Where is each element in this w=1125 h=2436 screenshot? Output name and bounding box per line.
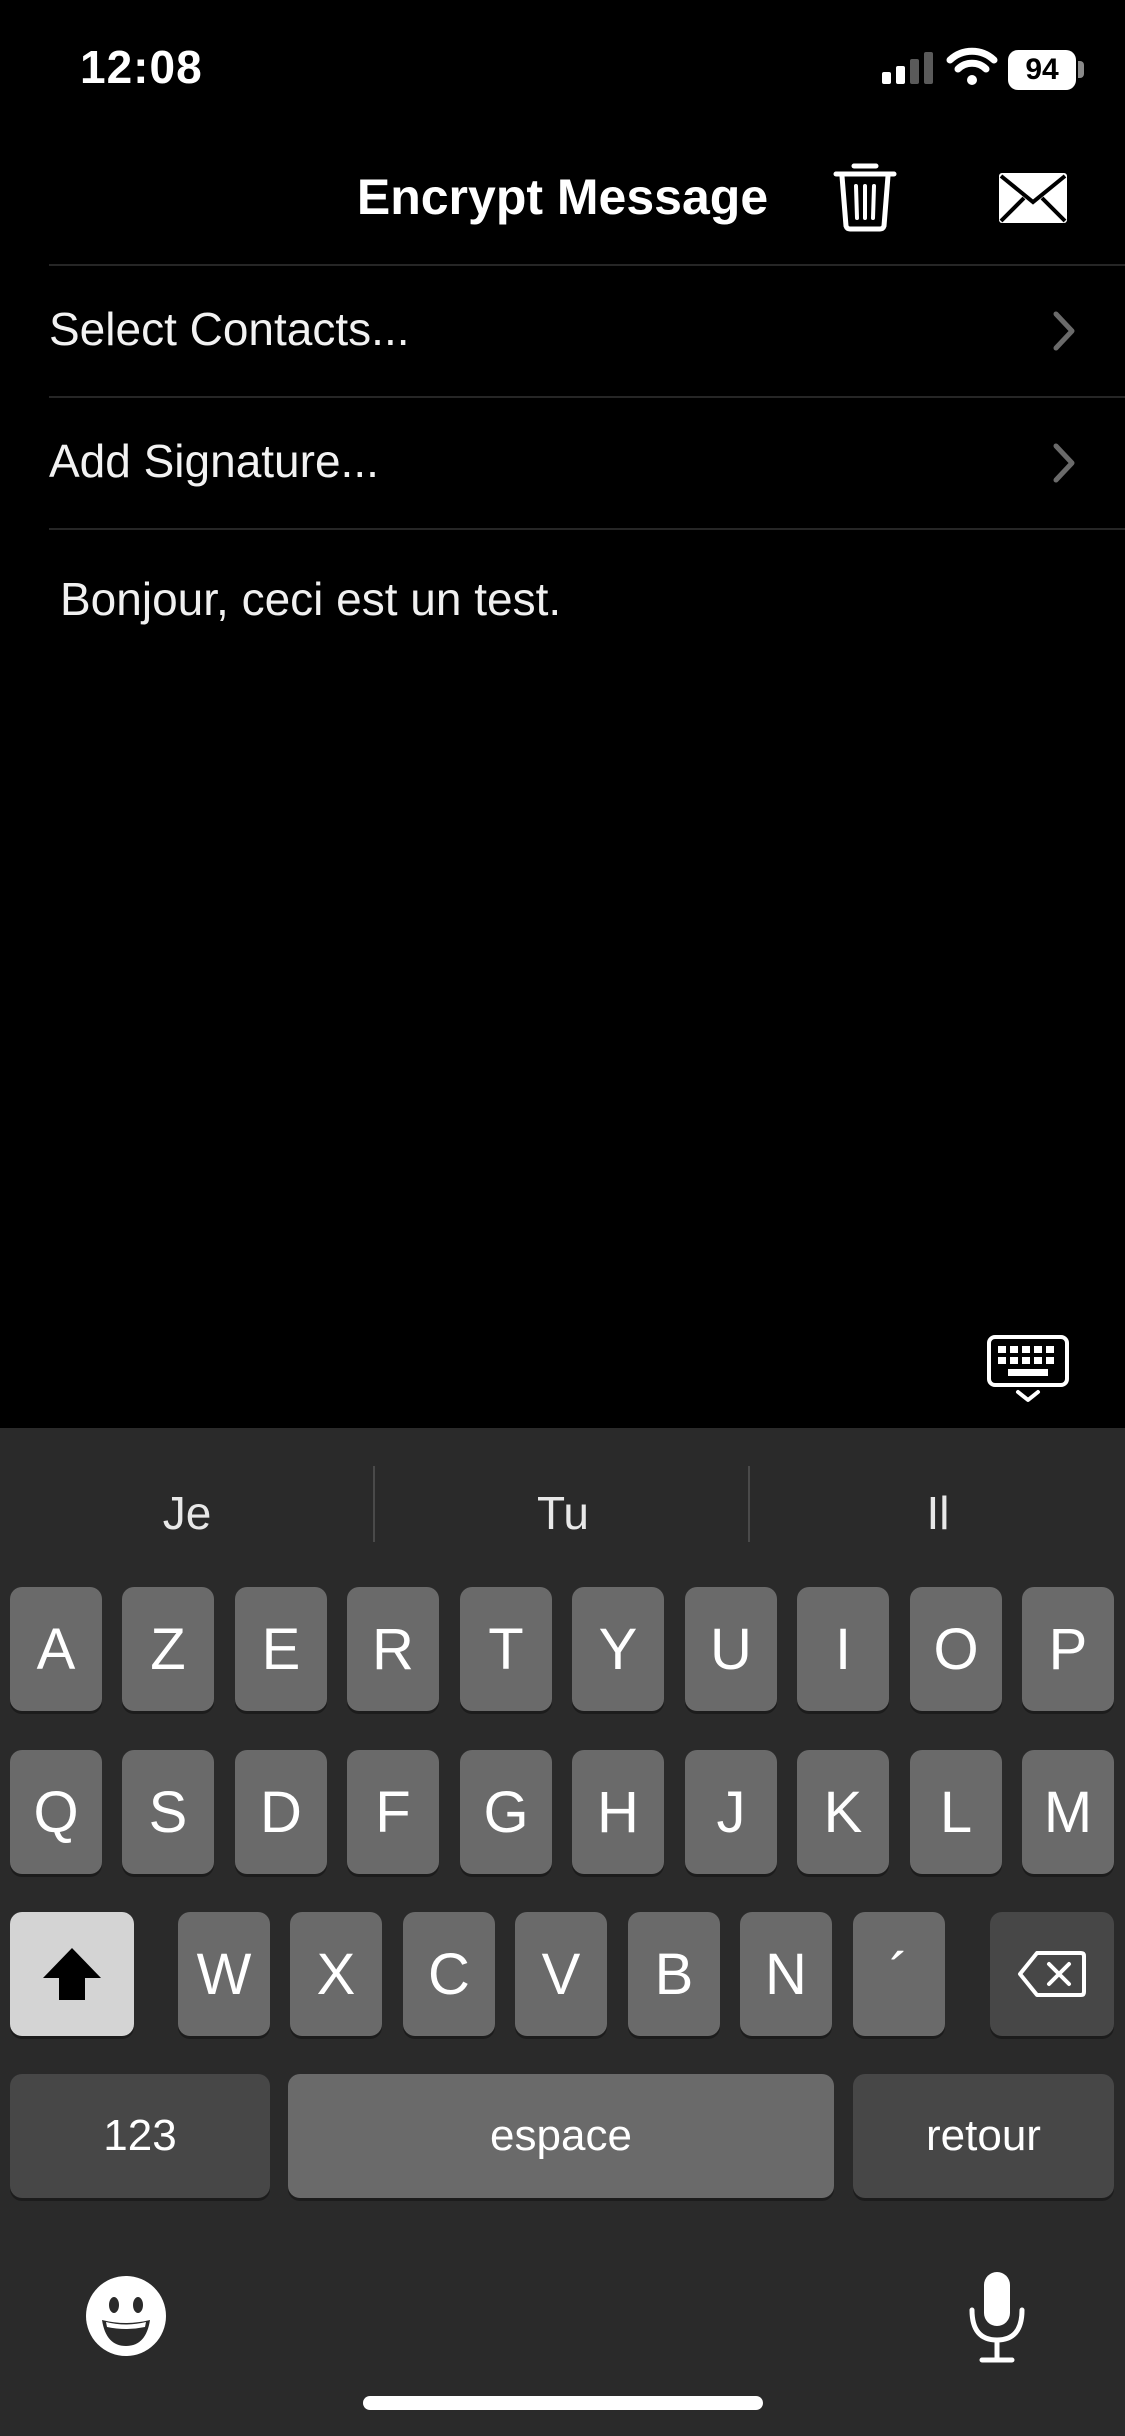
key-r[interactable]: R bbox=[347, 1587, 439, 1711]
suggestion-separator bbox=[373, 1466, 375, 1542]
key-k[interactable]: K bbox=[797, 1750, 889, 1874]
envelope-icon[interactable] bbox=[996, 170, 1070, 226]
add-signature-row[interactable]: Add Signature... bbox=[0, 398, 1125, 528]
select-contacts-row[interactable]: Select Contacts... bbox=[0, 266, 1125, 396]
backspace-key[interactable] bbox=[990, 1912, 1114, 2036]
key-w[interactable]: W bbox=[178, 1912, 270, 2036]
key-g[interactable]: G bbox=[460, 1750, 552, 1874]
key-l[interactable]: L bbox=[910, 1750, 1002, 1874]
key-t[interactable]: T bbox=[460, 1587, 552, 1711]
key-m[interactable]: M bbox=[1022, 1750, 1114, 1874]
suggestion-separator bbox=[748, 1466, 750, 1542]
backspace-icon bbox=[1018, 1951, 1086, 1997]
return-key[interactable]: retour bbox=[853, 2074, 1114, 2198]
chevron-right-icon bbox=[1053, 443, 1075, 483]
key-v[interactable]: V bbox=[515, 1912, 607, 2036]
key-j[interactable]: J bbox=[685, 1750, 777, 1874]
numbers-key[interactable]: 123 bbox=[10, 2074, 270, 2198]
key-b[interactable]: B bbox=[628, 1912, 720, 2036]
battery-cap bbox=[1078, 61, 1084, 78]
key-z[interactable]: Z bbox=[122, 1587, 214, 1711]
shift-arrow-icon bbox=[43, 1948, 101, 2000]
key-d[interactable]: D bbox=[235, 1750, 327, 1874]
trash-icon[interactable] bbox=[830, 158, 900, 232]
space-key[interactable]: espace bbox=[288, 2074, 834, 2198]
chevron-right-icon bbox=[1053, 311, 1075, 351]
suggestion-3[interactable]: Il bbox=[751, 1486, 1125, 1540]
keyboard: Je Tu Il A Z E R T Y U I O P Q S D F G H… bbox=[0, 1428, 1125, 2436]
keyboard-dismiss-icon[interactable] bbox=[986, 1334, 1070, 1406]
add-signature-label: Add Signature... bbox=[49, 435, 379, 487]
key-i[interactable]: I bbox=[797, 1587, 889, 1711]
page-title: Encrypt Message bbox=[356, 169, 769, 225]
key-y[interactable]: Y bbox=[572, 1587, 664, 1711]
shift-key[interactable] bbox=[10, 1912, 134, 2036]
suggestion-1[interactable]: Je bbox=[0, 1486, 374, 1540]
wifi-icon bbox=[946, 47, 998, 85]
status-time: 12:08 bbox=[80, 41, 203, 93]
key-acute-accent[interactable]: ´ bbox=[853, 1912, 945, 2036]
key-n[interactable]: N bbox=[740, 1912, 832, 2036]
microphone-icon[interactable] bbox=[962, 2268, 1032, 2368]
emoji-icon[interactable] bbox=[84, 2274, 168, 2358]
key-p[interactable]: P bbox=[1022, 1587, 1114, 1711]
cellular-signal-icon bbox=[882, 52, 933, 84]
key-c[interactable]: C bbox=[403, 1912, 495, 2036]
key-a[interactable]: A bbox=[10, 1587, 102, 1711]
message-text-area[interactable]: Bonjour, ceci est un test. bbox=[60, 572, 561, 626]
home-indicator[interactable] bbox=[363, 2396, 763, 2410]
key-o[interactable]: O bbox=[910, 1587, 1002, 1711]
key-u[interactable]: U bbox=[685, 1587, 777, 1711]
select-contacts-label: Select Contacts... bbox=[49, 303, 410, 355]
key-e[interactable]: E bbox=[235, 1587, 327, 1711]
suggestion-2[interactable]: Tu bbox=[376, 1486, 750, 1540]
divider bbox=[49, 528, 1125, 530]
key-x[interactable]: X bbox=[290, 1912, 382, 2036]
key-h[interactable]: H bbox=[572, 1750, 664, 1874]
key-f[interactable]: F bbox=[347, 1750, 439, 1874]
key-s[interactable]: S bbox=[122, 1750, 214, 1874]
key-q[interactable]: Q bbox=[10, 1750, 102, 1874]
battery-indicator: 94 bbox=[1008, 50, 1076, 90]
